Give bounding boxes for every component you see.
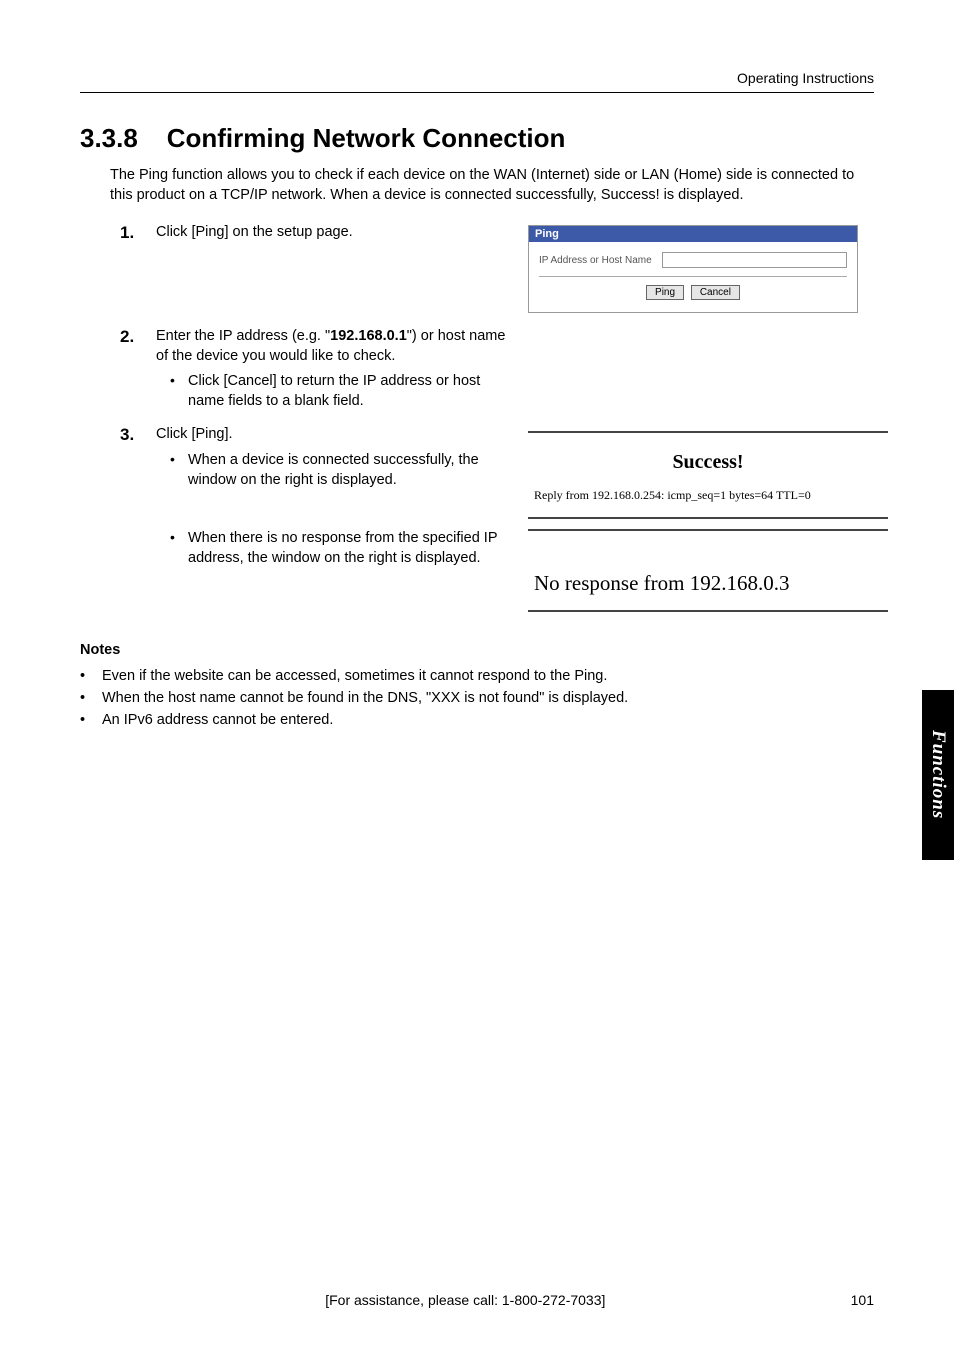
fail-heading: No response from 192.168.0.3 (534, 549, 882, 596)
running-header: Operating Instructions (80, 70, 874, 92)
step-3-sub-success: When a device is connected successfully,… (188, 451, 510, 490)
bullet-icon: • (170, 529, 178, 568)
fail-result-panel: No response from 192.168.0.3 (528, 529, 888, 612)
note-text-2: An IPv6 address cannot be entered. (102, 710, 333, 732)
ping-button[interactable] (646, 285, 684, 300)
step-2-text: Enter the IP address (e.g. "192.168.0.1"… (156, 327, 510, 411)
note-text-0: Even if the website can be accessed, som… (102, 666, 607, 688)
side-tab-functions: Functions (922, 690, 954, 860)
step-2-before: Enter the IP address (e.g. " (156, 328, 330, 344)
section-heading: 3.3.8 Confirming Network Connection (80, 123, 874, 154)
bullet-icon: • (170, 372, 178, 411)
success-heading: Success! (534, 451, 882, 474)
note-text-1: When the host name cannot be found in th… (102, 688, 628, 710)
step-1-text: Click [Ping] on the setup page. (156, 223, 353, 313)
step-3-text: Click [Ping]. • When a device is connect… (156, 425, 510, 519)
bullet-icon: • (80, 666, 90, 688)
section-number: 3.3.8 (80, 123, 138, 153)
ping-dialog: Ping IP Address or Host Name (528, 225, 858, 313)
bullet-icon: • (170, 451, 178, 490)
note-item: • Even if the website can be accessed, s… (80, 666, 874, 688)
success-result-panel: Success! Reply from 192.168.0.254: icmp_… (528, 431, 888, 519)
page-footer: [For assistance, please call: 1-800-272-… (80, 1292, 874, 1308)
page-number: 101 (851, 1292, 874, 1308)
cancel-button[interactable] (691, 285, 740, 300)
ping-field-label: IP Address or Host Name (539, 255, 652, 266)
step-2-sub: Click [Cancel] to return the IP address … (188, 372, 510, 411)
ping-ip-input[interactable] (662, 252, 847, 268)
note-item: • When the host name cannot be found in … (80, 688, 874, 710)
step-3-label: Click [Ping]. (156, 426, 233, 442)
footer-assist: [For assistance, please call: 1-800-272-… (80, 1292, 851, 1308)
header-divider (80, 92, 874, 93)
step-3-number: 3. (120, 425, 142, 519)
section-title: Confirming Network Connection (167, 123, 566, 153)
note-item: • An IPv6 address cannot be entered. (80, 710, 874, 732)
success-detail: Reply from 192.168.0.254: icmp_seq=1 byt… (534, 488, 882, 503)
bullet-icon: • (80, 710, 90, 732)
bullet-icon: • (80, 688, 90, 710)
ping-dialog-title: Ping (529, 226, 857, 242)
notes-heading: Notes (80, 642, 874, 658)
step-1-number: 1. (120, 223, 142, 313)
step-2-bold-ip: 192.168.0.1 (330, 328, 407, 344)
intro-paragraph: The Ping function allows you to check if… (110, 166, 874, 205)
step-3-sub-fail: When there is no response from the speci… (188, 529, 510, 568)
step-2-number: 2. (120, 327, 142, 411)
